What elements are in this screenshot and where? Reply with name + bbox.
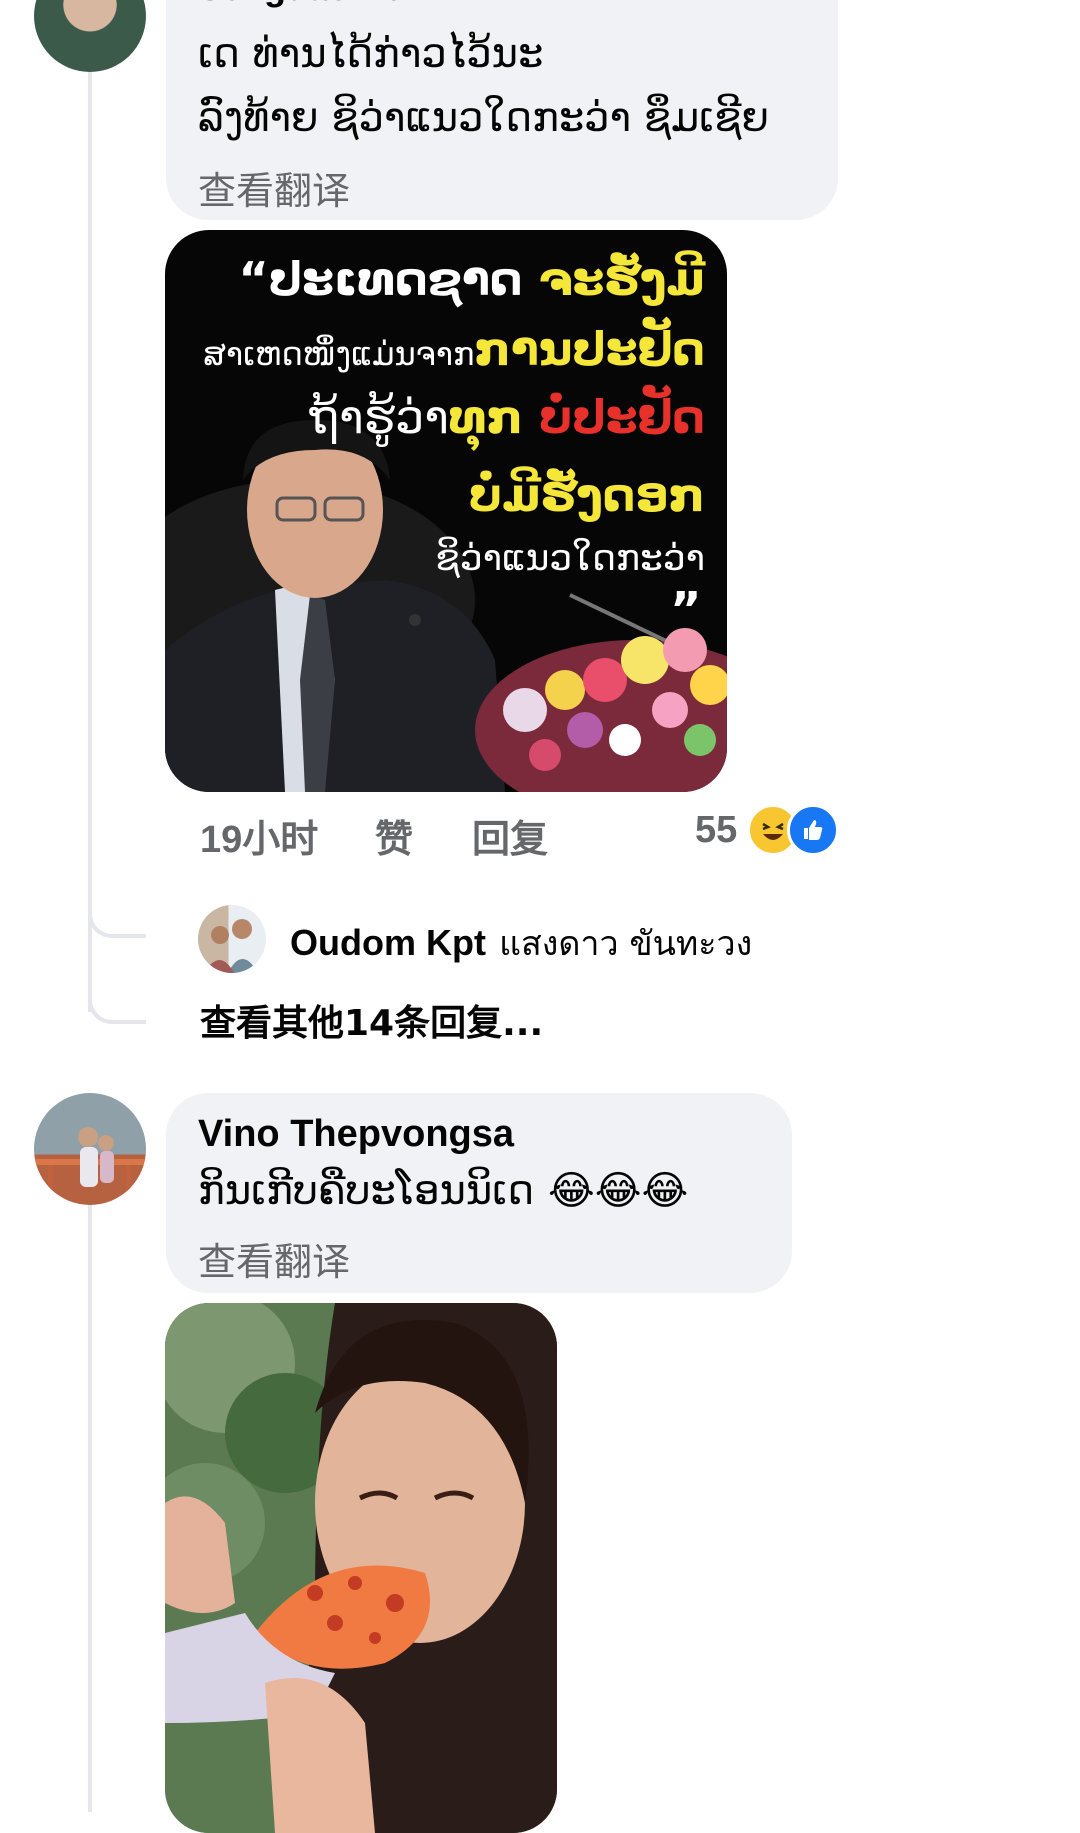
- comment-text: ກິນເກີບຄືບະໂອນນິເດ 😂😂😂: [198, 1168, 689, 1214]
- quote-line: ຊິວ່າແນວໃດກະວ່າ: [435, 538, 705, 579]
- crying-laughing-emoji-icon: 😂😂😂: [547, 1168, 689, 1214]
- like-icon: [787, 804, 840, 856]
- reaction-count: 55: [695, 808, 738, 851]
- reply-author: Oudom Kpt: [290, 922, 486, 963]
- reaction-summary[interactable]: 55: [695, 804, 840, 856]
- thread-branch: [88, 880, 146, 938]
- comment-author[interactable]: Sengdao Ktv: [198, 0, 418, 8]
- avatar[interactable]: [198, 905, 266, 973]
- comment-image[interactable]: “ປະເທດຊາດ ຈະຮັ່ງມີ ສາເຫດໜຶ່ງແມ່ນຈາກການປະ…: [165, 230, 727, 792]
- avatar[interactable]: [34, 1093, 146, 1205]
- thread-branch: [88, 966, 146, 1024]
- see-translation-link[interactable]: 查看翻译: [198, 160, 350, 215]
- view-more-replies-link[interactable]: 查看其他14条回复...: [200, 994, 543, 1046]
- quote-line: ສາເຫດໜຶ່ງແມ່ນຈາກການປະຢັດ: [203, 322, 705, 376]
- quote-line: ບໍ່ມີຮັ່ງດອກ: [468, 468, 705, 522]
- comment-text-line: ລົງທ້າຍ ຊິວ່າແນວໃດກະວ່າ ຊຶມເຊີຍ: [198, 95, 769, 141]
- quote-line: “ປະເທດຊາດ ຈະຮັ່ງມີ: [238, 252, 705, 306]
- comment-text-line: ເດ ທ່ານໄດ້ກ່າວໄວ້ນະ: [198, 31, 544, 77]
- reply-snippet: แสงดาว ขันทะวง: [499, 924, 753, 964]
- reply-button[interactable]: 回复: [472, 808, 548, 863]
- see-translation-link[interactable]: 查看翻译: [198, 1231, 350, 1286]
- reply-preview[interactable]: Oudom Kpt แสงดาว ขันทะวง: [290, 916, 752, 970]
- thread-connector-line: [88, 1205, 92, 1812]
- like-button[interactable]: 赞: [375, 808, 413, 863]
- comment-author[interactable]: Vino Thepvongsa: [198, 1113, 514, 1156]
- closing-quote: ”: [670, 582, 702, 638]
- comment-bubble: Vino Thepvongsa ກິນເກີບຄືບະໂອນນິເດ 😂😂😂 查看…: [166, 1093, 792, 1293]
- comment-bubble: Sengdao Ktv ເດ ທ່ານໄດ້ກ່າວໄວ້ນະ ລົງທ້າຍ …: [166, 0, 838, 220]
- comment-timestamp[interactable]: 19小时: [200, 808, 318, 863]
- thread-connector-line: [88, 72, 92, 1012]
- eating-photo: [165, 1303, 557, 1833]
- comment-image[interactable]: [165, 1303, 557, 1833]
- quote-line: ຖ້າຮູ້ວ່າທຸກ ບໍ່ປະຢັດ: [309, 390, 705, 444]
- avatar[interactable]: [34, 0, 146, 72]
